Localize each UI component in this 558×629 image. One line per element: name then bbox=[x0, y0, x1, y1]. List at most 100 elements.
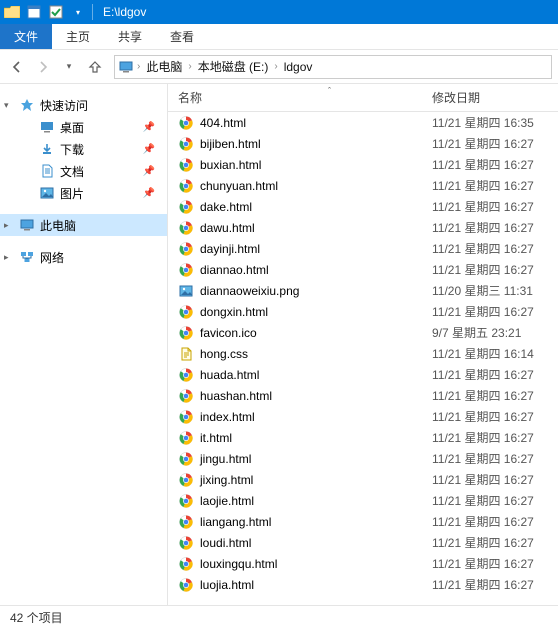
file-type-icon bbox=[178, 220, 194, 236]
file-date: 9/7 星期五 23:21 bbox=[428, 324, 558, 341]
sidebar-item-label: 文档 bbox=[60, 163, 84, 180]
file-date: 11/21 星期四 16:35 bbox=[428, 114, 558, 131]
file-type-icon bbox=[178, 493, 194, 509]
file-date: 11/21 星期四 16:27 bbox=[428, 387, 558, 404]
file-row[interactable]: diannaoweixiu.png11/20 星期三 11:31 bbox=[168, 280, 558, 301]
file-type-icon bbox=[178, 535, 194, 551]
file-row[interactable]: dawu.html11/21 星期四 16:27 bbox=[168, 217, 558, 238]
sidebar-item-picture[interactable]: 图片📌 bbox=[0, 182, 167, 204]
pin-icon[interactable]: 📌 bbox=[143, 122, 155, 133]
chevron-right-icon[interactable]: › bbox=[272, 61, 279, 72]
tab-view[interactable]: 查看 bbox=[156, 24, 208, 49]
chevron-right-icon[interactable]: › bbox=[186, 61, 193, 72]
qat-properties-icon[interactable] bbox=[24, 2, 44, 22]
chevron-right-icon[interactable]: › bbox=[135, 61, 142, 72]
file-row[interactable]: favicon.ico9/7 星期五 23:21 bbox=[168, 322, 558, 343]
file-date: 11/21 星期四 16:27 bbox=[428, 471, 558, 488]
breadcrumb[interactable]: › 此电脑 › 本地磁盘 (E:) › ldgov bbox=[114, 55, 552, 79]
nav-up-button[interactable] bbox=[84, 56, 106, 78]
sidebar-label: 快速访问 bbox=[40, 97, 88, 114]
file-date: 11/21 星期四 16:27 bbox=[428, 450, 558, 467]
file-row[interactable]: 404.html11/21 星期四 16:35 bbox=[168, 112, 558, 133]
file-date: 11/21 星期四 16:27 bbox=[428, 576, 558, 593]
file-date: 11/21 星期四 16:27 bbox=[428, 261, 558, 278]
file-name: hong.css bbox=[200, 347, 248, 361]
file-row[interactable]: loudi.html11/21 星期四 16:27 bbox=[168, 532, 558, 553]
sidebar-item-desktop[interactable]: 桌面📌 bbox=[0, 116, 167, 138]
file-date: 11/21 星期四 16:27 bbox=[428, 366, 558, 383]
file-row[interactable]: diannao.html11/21 星期四 16:27 bbox=[168, 259, 558, 280]
tab-share[interactable]: 共享 bbox=[104, 24, 156, 49]
breadcrumb-item-drive[interactable]: 本地磁盘 (E:) bbox=[194, 58, 273, 75]
sidebar-this-pc[interactable]: ▸ 此电脑 bbox=[0, 214, 167, 236]
file-row[interactable]: dake.html11/21 星期四 16:27 bbox=[168, 196, 558, 217]
file-name: laojie.html bbox=[200, 494, 254, 508]
file-type-icon bbox=[178, 304, 194, 320]
file-name: diannaoweixiu.png bbox=[200, 284, 299, 298]
file-type-icon bbox=[178, 430, 194, 446]
chevron-right-icon[interactable]: ▸ bbox=[4, 220, 9, 231]
document-icon bbox=[38, 163, 56, 179]
nav-forward-button[interactable] bbox=[32, 56, 54, 78]
file-row[interactable]: hong.css 11/21 星期四 16:14 bbox=[168, 343, 558, 364]
titlebar: ▾ E:\ldgov bbox=[0, 0, 558, 24]
download-icon bbox=[38, 141, 56, 157]
breadcrumb-item-thispc[interactable]: 此电脑 bbox=[142, 58, 186, 75]
sidebar-item-download[interactable]: 下载 📌 bbox=[0, 138, 167, 160]
sidebar-network[interactable]: ▸ 网络 bbox=[0, 246, 167, 268]
network-icon bbox=[18, 249, 36, 265]
tab-file[interactable]: 文件 bbox=[0, 24, 52, 49]
file-name: bijiben.html bbox=[200, 137, 261, 151]
pin-icon[interactable]: 📌 bbox=[143, 188, 155, 199]
sidebar-item-document[interactable]: 文档 📌 bbox=[0, 160, 167, 182]
nav-recent-dropdown[interactable]: ▾ bbox=[58, 56, 80, 78]
file-row[interactable]: index.html11/21 星期四 16:27 bbox=[168, 406, 558, 427]
file-name: index.html bbox=[200, 410, 255, 424]
pin-icon[interactable]: 📌 bbox=[143, 166, 155, 177]
file-row[interactable]: dongxin.html11/21 星期四 16:27 bbox=[168, 301, 558, 322]
file-row[interactable]: it.html11/21 星期四 16:27 bbox=[168, 427, 558, 448]
chevron-down-icon[interactable]: ▾ bbox=[4, 100, 9, 111]
sidebar-item-label: 下载 bbox=[60, 141, 84, 158]
sidebar-quick-access[interactable]: ▾ 快速访问 bbox=[0, 94, 167, 116]
file-list[interactable]: 404.html11/21 星期四 16:35 bijiben.html 11/21… bbox=[168, 112, 558, 605]
file-name: huada.html bbox=[200, 368, 259, 382]
file-date: 11/21 星期四 16:27 bbox=[428, 555, 558, 572]
file-row[interactable]: huashan.html11/21 星期四 16:27 bbox=[168, 385, 558, 406]
desktop-icon bbox=[38, 119, 56, 135]
file-row[interactable]: chunyuan.html11/21 星期四 16:27 bbox=[168, 175, 558, 196]
status-item-count: 42 个项目 bbox=[10, 609, 63, 626]
file-row[interactable]: liangang.html11/21 星期四 16:27 bbox=[168, 511, 558, 532]
breadcrumb-item-folder[interactable]: ldgov bbox=[280, 60, 317, 74]
file-name: buxian.html bbox=[200, 158, 261, 172]
nav-back-button[interactable] bbox=[6, 56, 28, 78]
file-date: 11/21 星期四 16:14 bbox=[428, 345, 558, 362]
file-name: dongxin.html bbox=[200, 305, 268, 319]
file-row[interactable]: jingu.html11/21 星期四 16:27 bbox=[168, 448, 558, 469]
file-date: 11/21 星期四 16:27 bbox=[428, 135, 558, 152]
file-row[interactable]: dayinji.html11/21 星期四 16:27 bbox=[168, 238, 558, 259]
file-name: louxingqu.html bbox=[200, 557, 277, 571]
file-type-icon bbox=[178, 199, 194, 215]
file-row[interactable]: luojia.html 11/21 星期四 16:27 bbox=[168, 574, 558, 595]
file-name: loudi.html bbox=[200, 536, 251, 550]
file-row[interactable]: laojie.html11/21 星期四 16:27 bbox=[168, 490, 558, 511]
column-date[interactable]: 修改日期 bbox=[428, 89, 558, 106]
file-name: luojia.html bbox=[200, 578, 254, 592]
column-name[interactable]: 名称 bbox=[168, 89, 428, 106]
file-row[interactable]: louxingqu.html 11/21 星期四 16:27 bbox=[168, 553, 558, 574]
picture-icon bbox=[38, 185, 56, 201]
chevron-right-icon[interactable]: ▸ bbox=[4, 252, 9, 263]
file-date: 11/21 星期四 16:27 bbox=[428, 198, 558, 215]
file-row[interactable]: buxian.html11/21 星期四 16:27 bbox=[168, 154, 558, 175]
file-row[interactable]: huada.html 11/21 星期四 16:27 bbox=[168, 364, 558, 385]
sort-indicator-icon: ˆ bbox=[328, 86, 331, 96]
file-name: jixing.html bbox=[200, 473, 253, 487]
file-row[interactable]: jixing.html 11/21 星期四 16:27 bbox=[168, 469, 558, 490]
qat-checkbox-icon[interactable] bbox=[46, 2, 66, 22]
tab-home[interactable]: 主页 bbox=[52, 24, 104, 49]
qat-dropdown-icon[interactable]: ▾ bbox=[68, 2, 88, 22]
pin-icon[interactable]: 📌 bbox=[143, 144, 155, 155]
file-name: dayinji.html bbox=[200, 242, 260, 256]
file-row[interactable]: bijiben.html 11/21 星期四 16:27 bbox=[168, 133, 558, 154]
